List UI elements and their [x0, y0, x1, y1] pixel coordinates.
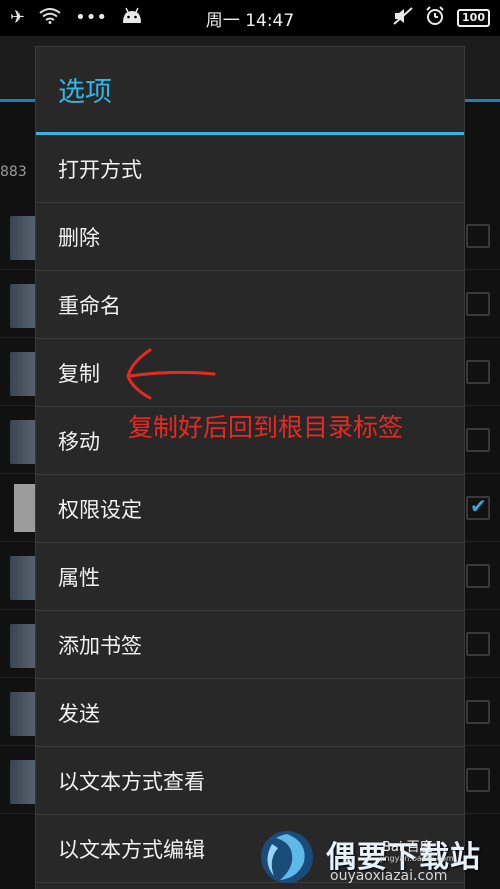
checkbox [466, 360, 490, 384]
checkbox [466, 632, 490, 656]
battery-icon: 100 [457, 9, 490, 27]
options-dialog: 选项 打开方式 删除 重命名 复制 移动 权限设定 属性 添加书签 发送 以文本… [35, 46, 465, 889]
menu-item-rename[interactable]: 重命名 [36, 271, 464, 339]
folder-icon [10, 284, 36, 328]
more-dots-icon: ••• [75, 7, 107, 28]
checkbox [466, 564, 490, 588]
folder-icon [10, 216, 36, 260]
watermark-url: ouyaoxiazai.com [330, 868, 448, 884]
status-bar: ✈ ••• 周一 14:47 100 [0, 0, 500, 36]
checkbox [466, 224, 490, 248]
folder-icon [10, 556, 36, 600]
annotation-arrow-icon [126, 348, 216, 400]
menu-item-permissions[interactable]: 权限设定 [36, 475, 464, 543]
mute-icon [393, 7, 413, 29]
folder-icon [10, 760, 36, 804]
folder-icon [10, 692, 36, 736]
checkbox [466, 768, 490, 792]
checkbox-checked [466, 494, 490, 520]
menu-item-add-bookmark[interactable]: 添加书签 [36, 611, 464, 679]
menu-item-copy[interactable]: 复制 [36, 339, 464, 407]
menu-item-properties[interactable]: 属性 [36, 543, 464, 611]
menu-item-delete[interactable]: 删除 [36, 203, 464, 271]
file-icon [14, 484, 36, 532]
android-icon [121, 7, 143, 29]
baidu-watermark-url: jingyan.baidu.com [380, 854, 454, 863]
menu-item-open-with[interactable]: 打开方式 [36, 135, 464, 203]
dialog-title: 选项 [36, 47, 464, 135]
annotation-text: 复制好后回到根目录标签 [128, 413, 404, 442]
menu-item-view-as-text[interactable]: 以文本方式查看 [36, 747, 464, 815]
watermark-logo-icon [261, 831, 313, 883]
background-path-text: 883 [0, 164, 27, 180]
checkbox [466, 292, 490, 316]
menu-item-send[interactable]: 发送 [36, 679, 464, 747]
baidu-watermark: Bai 百度 [382, 840, 433, 855]
folder-icon [10, 352, 36, 396]
checkbox [466, 428, 490, 452]
wifi-icon [39, 8, 61, 28]
airplane-icon: ✈ [10, 7, 26, 28]
folder-icon [10, 624, 36, 668]
folder-icon [10, 420, 36, 464]
alarm-icon [425, 6, 445, 30]
checkbox [466, 700, 490, 724]
